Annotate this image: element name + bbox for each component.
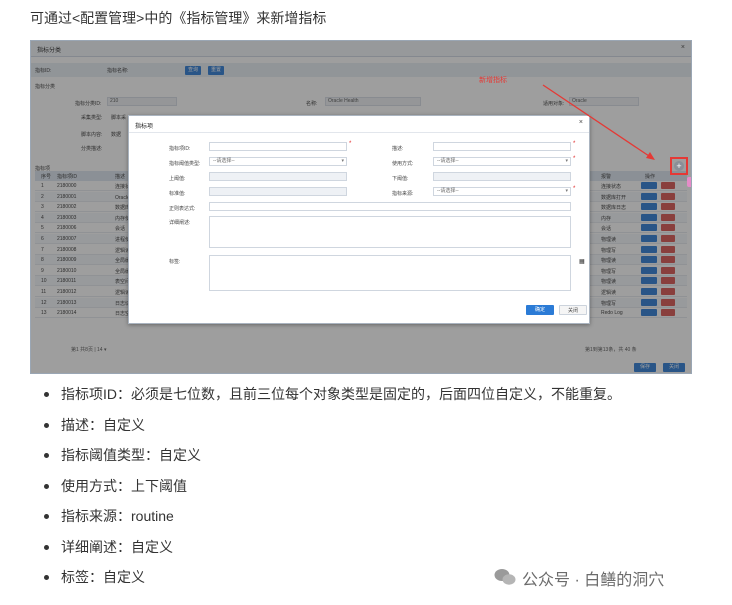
note-item: 使用方式：上下阈值 xyxy=(42,476,621,507)
note-item: 指标项ID：必须是七位数，且前三位每个对象类型是固定的，后面四位自定义，不能重复… xyxy=(42,384,621,415)
config-screenshot: 指标分类 × 指标ID: 指标名称: 查询 重置 指标分类 指标分类ID: 21… xyxy=(30,40,692,374)
note-item: 指标来源：routine xyxy=(42,506,621,537)
watermark: 公众号 · 白鳝的洞穴 xyxy=(522,572,665,589)
wechat-icon xyxy=(494,569,516,585)
note-item: 指标阈值类型：自定义 xyxy=(42,445,621,476)
intro-text: 可通过<配置管理>中的《指标管理》来新增指标 xyxy=(30,10,327,26)
annotation-arrow xyxy=(542,84,655,160)
note-item: 详细阐述：自定义 xyxy=(42,537,621,568)
side-tab-icon[interactable] xyxy=(687,177,691,187)
add-circle-icon[interactable]: + xyxy=(674,161,684,171)
note-item: 描述：自定义 xyxy=(42,415,621,446)
